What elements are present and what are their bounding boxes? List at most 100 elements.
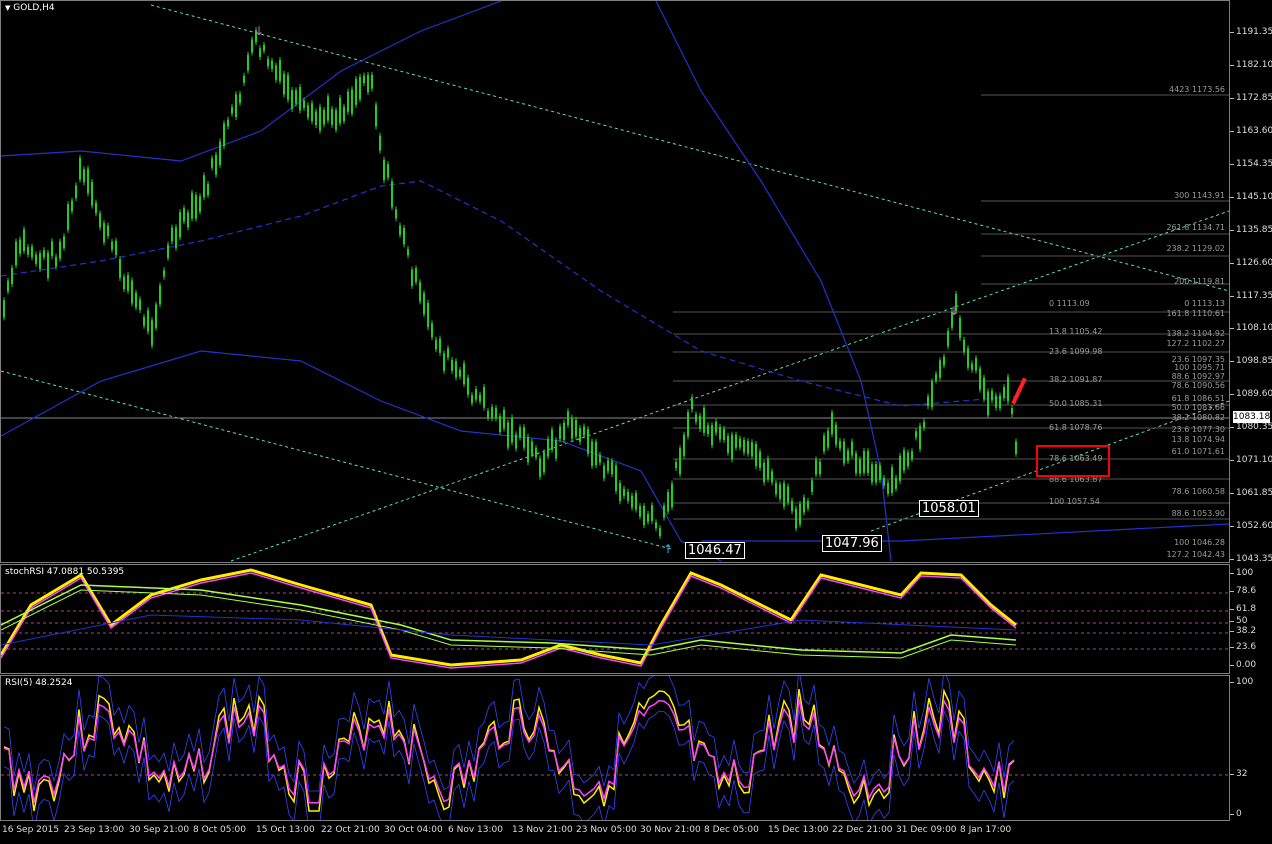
fib-label: 238.2 1129.02 bbox=[1166, 244, 1225, 253]
candle-body bbox=[827, 430, 829, 448]
candle-body bbox=[707, 425, 709, 435]
candle-body bbox=[619, 482, 621, 502]
candle-body bbox=[227, 119, 229, 127]
stoch-tick: 61.8 bbox=[1229, 604, 1257, 614]
candle-body bbox=[691, 397, 693, 410]
candle-body bbox=[923, 421, 925, 428]
candle-body bbox=[91, 181, 93, 206]
candle-body bbox=[839, 440, 841, 449]
rsi-pane[interactable]: RSI(5) 48.2524 bbox=[0, 675, 1230, 821]
candle-body bbox=[643, 505, 645, 526]
candle-body bbox=[215, 154, 217, 175]
price-chart-canvas[interactable]: ↓ ↓ ↑ bbox=[1, 1, 1229, 562]
fib-label: 61.8 1086.51 bbox=[1171, 394, 1225, 403]
candle-body bbox=[415, 268, 417, 283]
candle-body bbox=[407, 248, 409, 256]
candle-body bbox=[467, 377, 469, 395]
candle-body bbox=[579, 428, 581, 442]
candle-body bbox=[131, 280, 133, 304]
price-tick: 1061.85 bbox=[1229, 488, 1272, 499]
candle-body bbox=[939, 360, 941, 378]
candle-body bbox=[431, 323, 433, 338]
fib-label: 4423 1173.56 bbox=[1169, 85, 1225, 94]
candle-body bbox=[575, 419, 577, 437]
pivot-label-low2: 1047.96 bbox=[822, 535, 882, 552]
price-chart-pane[interactable]: ↓ ↓ ↑ ▼ GOLD,H4 1046.47 1047.96 1058.01 0 … bbox=[0, 0, 1230, 563]
candle-body bbox=[419, 282, 421, 302]
triangle-down-icon[interactable]: ▼ bbox=[5, 4, 10, 12]
candle-body bbox=[15, 241, 17, 266]
stoch-tick: 38.2 bbox=[1229, 626, 1257, 636]
pivot-label-low3: 1058.01 bbox=[919, 500, 979, 517]
stoch-axis[interactable]: 100 78.6 61.8 50 38.2 23.6 0.00 bbox=[1229, 564, 1272, 674]
candle-body bbox=[547, 438, 549, 457]
candle-body bbox=[179, 212, 181, 238]
rsi-tick: 0 bbox=[1230, 809, 1242, 819]
time-tick: 15 Oct 13:00 bbox=[256, 825, 315, 835]
candle-body bbox=[351, 89, 353, 114]
time-axis[interactable]: 16 Sep 2015 23 Sep 13:00 30 Sep 21:00 8 Oct… bbox=[0, 821, 1230, 844]
candle-body bbox=[647, 513, 649, 522]
candle-body bbox=[731, 434, 733, 460]
stoch-rsi-canvas[interactable] bbox=[1, 565, 1229, 673]
candle-body bbox=[559, 426, 561, 440]
channel-mid bbox=[1, 180, 1022, 407]
candle-body bbox=[651, 505, 653, 521]
candle-body bbox=[519, 427, 521, 438]
candle-body bbox=[7, 280, 9, 292]
rsi-canvas[interactable] bbox=[1, 676, 1229, 820]
channel-lower bbox=[1, 350, 722, 562]
rsi-axis[interactable]: 100 32 0 bbox=[1229, 675, 1272, 821]
stoch-bb-line bbox=[1, 614, 1017, 646]
candle-body bbox=[95, 202, 97, 214]
candle-body bbox=[307, 105, 309, 118]
candle-body bbox=[487, 411, 489, 418]
candle-body bbox=[759, 451, 761, 468]
fib-label: 200 1119.81 bbox=[1174, 277, 1225, 286]
candle-body bbox=[459, 370, 461, 377]
candle-body bbox=[859, 459, 861, 474]
fib-label: 88.6 1092.97 bbox=[1171, 372, 1225, 381]
stoch-label: stochRSI 47.0881 50.5395 bbox=[5, 567, 125, 577]
candle-body bbox=[183, 208, 185, 222]
candle-body bbox=[1003, 386, 1005, 398]
candle-body bbox=[243, 75, 245, 83]
candle-body bbox=[319, 106, 321, 131]
time-tick: 6 Nov 13:00 bbox=[448, 825, 503, 835]
candles bbox=[3, 27, 1017, 540]
candle-body bbox=[583, 426, 585, 436]
candle-body bbox=[387, 164, 389, 178]
candle-body bbox=[127, 274, 129, 291]
candle-body bbox=[275, 65, 277, 80]
candle-body bbox=[723, 428, 725, 441]
candle-body bbox=[403, 227, 405, 245]
candle-body bbox=[111, 241, 113, 250]
candle-body bbox=[623, 488, 625, 496]
price-tick: 1117.35 bbox=[1229, 290, 1272, 301]
candle-body bbox=[587, 429, 589, 454]
rsi-tick: 100 bbox=[1229, 677, 1254, 687]
candle-body bbox=[115, 240, 117, 255]
fib-label: 127.2 1102.27 bbox=[1166, 339, 1225, 348]
candle-body bbox=[735, 434, 737, 448]
candle-body bbox=[491, 406, 493, 419]
time-tick: 23 Nov 05:00 bbox=[576, 825, 637, 835]
candle-body bbox=[123, 276, 125, 290]
candle-body bbox=[871, 464, 873, 483]
current-price-box: 1083.18 bbox=[1233, 411, 1271, 423]
candle-body bbox=[891, 467, 893, 493]
candle-body bbox=[607, 460, 609, 472]
candle-body bbox=[963, 339, 965, 352]
candle-body bbox=[263, 44, 265, 51]
price-tick: 1108.10 bbox=[1229, 323, 1272, 334]
candle-body bbox=[367, 74, 369, 93]
candle-body bbox=[567, 411, 569, 426]
channel-upper bbox=[1, 1, 502, 162]
candle-body bbox=[327, 96, 329, 121]
candle-body bbox=[187, 212, 189, 228]
candle-body bbox=[383, 159, 385, 181]
candle-body bbox=[347, 91, 349, 112]
price-axis[interactable]: 1191.35 1182.10 1172.85 1163.60 1154.35 1145.… bbox=[1229, 0, 1272, 564]
stoch-rsi-pane[interactable]: stochRSI 47.0881 50.5395 bbox=[0, 564, 1230, 674]
price-tick: 1043.35 bbox=[1229, 554, 1272, 564]
